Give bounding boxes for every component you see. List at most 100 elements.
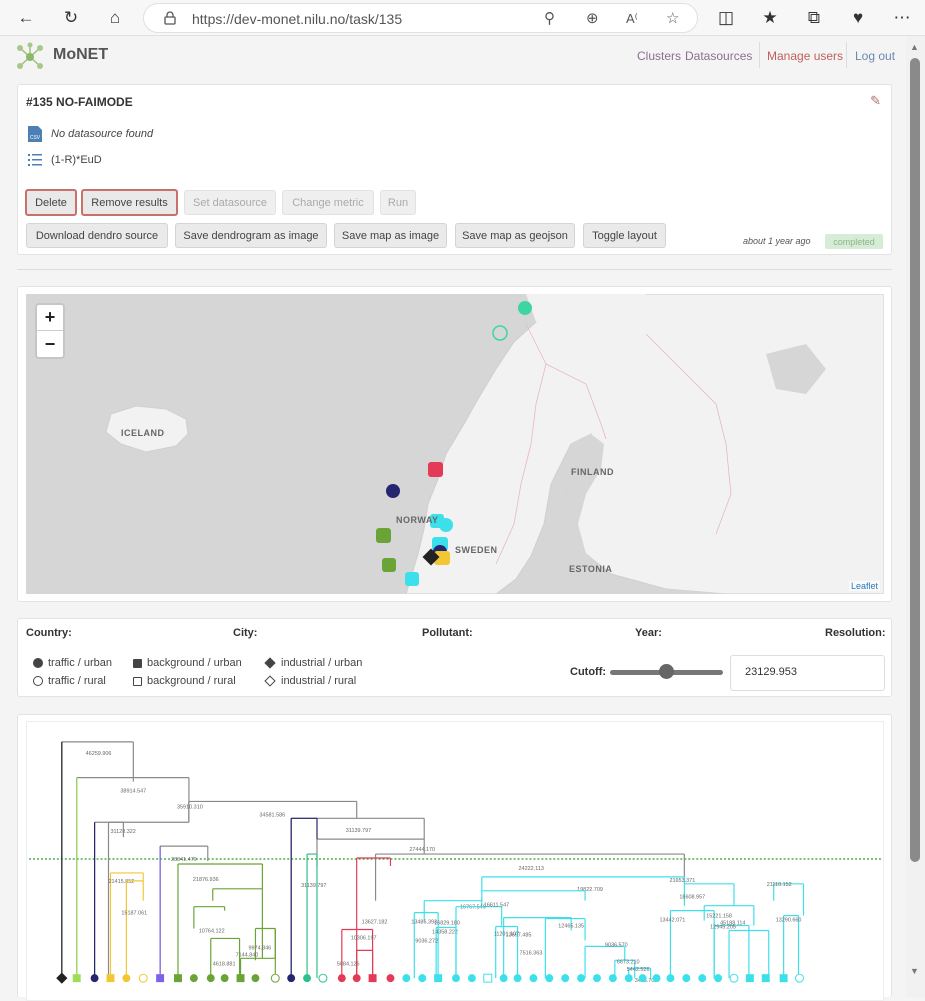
- merge-height-label: 19822.709: [577, 887, 603, 893]
- zoom-in-button[interactable]: +: [37, 305, 63, 331]
- toggle-layout-button[interactable]: Toggle layout: [583, 223, 666, 248]
- dendrogram-leaf-marker[interactable]: [352, 974, 361, 983]
- dendrogram-leaf-marker[interactable]: [434, 974, 443, 983]
- dendrogram-leaf-marker[interactable]: [106, 974, 115, 983]
- save-dendrogram-image-button[interactable]: Save dendrogram as image: [175, 223, 327, 248]
- scroll-up-arrow-icon[interactable]: ▲: [910, 42, 919, 52]
- dendrogram-leaf-marker[interactable]: [593, 974, 601, 983]
- dendrogram-leaf-marker[interactable]: [698, 974, 707, 983]
- dendrogram-leaf-marker[interactable]: [418, 974, 427, 983]
- dendrogram-leaf-marker[interactable]: [402, 974, 411, 983]
- back-icon[interactable]: ←: [13, 5, 39, 31]
- dendrogram-leaf-marker[interactable]: [174, 974, 182, 983]
- dendrogram-leaf-marker[interactable]: [729, 973, 739, 983]
- split-screen-icon[interactable]: ◫: [713, 5, 739, 31]
- dendrogram-leaf-marker[interactable]: [529, 974, 538, 983]
- zoom-icon[interactable]: ⊕: [586, 9, 599, 27]
- map-label-estonia: ESTONIA: [569, 564, 613, 574]
- nav-manage-users[interactable]: Manage users: [767, 49, 843, 63]
- dendrogram-leaf-marker[interactable]: [666, 974, 675, 983]
- scrollbar-thumb[interactable]: [910, 58, 920, 862]
- nav-datasources[interactable]: Datasources: [685, 49, 752, 63]
- legend-traffic-rural: traffic / rural: [33, 675, 106, 687]
- save-map-geojson-button[interactable]: Save map as geojson: [455, 223, 575, 248]
- dendrogram-leaf-marker[interactable]: [270, 973, 280, 983]
- scroll-down-arrow-icon[interactable]: ▼: [910, 966, 919, 976]
- dendrogram-leaf-marker[interactable]: [561, 974, 570, 983]
- nav-logout[interactable]: Log out: [855, 49, 895, 63]
- dendrogram-leaf-marker[interactable]: [220, 974, 229, 983]
- dendrogram-card: 46259.906 38914.547 35910.310 34581.586 3113…: [17, 714, 892, 1001]
- dendrogram-leaf-marker[interactable]: [745, 974, 754, 983]
- set-datasource-button[interactable]: Set datasource: [184, 190, 276, 215]
- dendrogram-leaf-marker[interactable]: [638, 974, 647, 983]
- dendrogram-leaf-marker[interactable]: [577, 974, 586, 983]
- dendrogram-leaf-marker[interactable]: [467, 974, 476, 983]
- home-icon[interactable]: ⌂: [102, 5, 128, 31]
- dendrogram-leaf-marker[interactable]: [206, 974, 215, 983]
- nav-clusters[interactable]: Clusters: [637, 49, 681, 63]
- dendrogram-leaf-marker[interactable]: [138, 973, 148, 983]
- delete-button[interactable]: Delete: [25, 189, 77, 216]
- dendrogram-leaf-marker[interactable]: [682, 974, 691, 983]
- favorite-star-icon[interactable]: ☆: [666, 9, 679, 27]
- merge-height-label: 24222.113: [519, 866, 544, 872]
- merge-height-label: 6673.210: [617, 959, 640, 965]
- dendrogram-leaf-marker[interactable]: [189, 974, 198, 983]
- change-metric-button[interactable]: Change metric: [282, 190, 374, 215]
- dendrogram-leaf-marker[interactable]: [318, 973, 328, 983]
- merge-height-label: 28341.479: [171, 857, 197, 863]
- dendrogram-leaf-marker[interactable]: [545, 974, 554, 983]
- dendrogram-leaf-marker[interactable]: [452, 974, 460, 983]
- dendrogram-leaf-marker[interactable]: [368, 974, 377, 983]
- dendrogram-leaf-marker[interactable]: [156, 974, 165, 983]
- cutoff-input[interactable]: 23129.953: [730, 655, 885, 691]
- zoom-out-button[interactable]: −: [37, 331, 63, 357]
- page-scrollbar[interactable]: ▲ ▼: [906, 36, 925, 997]
- cutoff-slider-handle[interactable]: [659, 664, 674, 679]
- heart-health-icon[interactable]: ♥: [845, 5, 871, 31]
- save-map-image-button[interactable]: Save map as image: [334, 223, 447, 248]
- dendrogram-leaf-marker[interactable]: [386, 974, 395, 983]
- edit-pencil-icon[interactable]: ✎: [870, 93, 881, 109]
- dendrogram-leaf-marker[interactable]: [714, 974, 723, 983]
- leaflet-attribution[interactable]: Leaflet: [848, 581, 880, 591]
- more-icon[interactable]: ⋯: [889, 5, 915, 31]
- timestamp: about 1 year ago: [743, 236, 811, 246]
- download-dendro-source-button[interactable]: Download dendro source: [26, 223, 168, 248]
- dendrogram-leaf-marker[interactable]: [251, 974, 260, 983]
- merge-height-label: 9974.846: [248, 945, 271, 951]
- dendrogram-leaf-marker[interactable]: [236, 974, 245, 983]
- dendrogram-leaf-marker[interactable]: [56, 972, 68, 984]
- key-icon[interactable]: ⚲: [544, 9, 555, 27]
- dendrogram-leaf-marker[interactable]: [90, 974, 99, 983]
- brand-name: MoNET: [53, 46, 109, 63]
- merge-height-label: 35910.310: [177, 804, 203, 810]
- address-bar[interactable]: https://dev-monet.nilu.no/task/135 ⚲ ⊕ A…: [143, 3, 698, 33]
- reload-icon[interactable]: ↻: [58, 5, 84, 31]
- remove-results-button[interactable]: Remove results: [81, 189, 178, 216]
- dendrogram-leaf-marker[interactable]: [795, 973, 804, 983]
- merge-height-label: 45188.114: [720, 921, 745, 927]
- read-aloud-icon[interactable]: A⁽: [626, 11, 638, 27]
- dendrogram-leaf-marker[interactable]: [624, 974, 633, 983]
- dendrogram-leaf-marker[interactable]: [72, 974, 81, 983]
- dendrogram-leaf-marker[interactable]: [122, 974, 131, 983]
- dendrogram-leaf-marker[interactable]: [499, 974, 508, 983]
- dendrogram-leaf-marker[interactable]: [652, 974, 661, 983]
- dendrogram-leaf-marker[interactable]: [303, 974, 312, 983]
- dendrogram-leaf-marker[interactable]: [337, 974, 346, 983]
- dendrogram-leaf-marker[interactable]: [608, 974, 617, 983]
- run-button[interactable]: Run: [380, 190, 416, 215]
- merge-height-label: 13627.182: [362, 920, 388, 926]
- url-text: https://dev-monet.nilu.no/task/135: [192, 11, 403, 27]
- dendrogram-leaf-marker[interactable]: [287, 974, 296, 983]
- dendrogram-leaf-marker[interactable]: [761, 974, 770, 983]
- dendrogram-leaf-marker[interactable]: [483, 973, 493, 983]
- map-view[interactable]: ICELAND FINLAND NORWAY SWEDEN ESTONIA + …: [26, 294, 884, 594]
- collections-icon[interactable]: ⧉: [801, 5, 827, 31]
- favorites-icon[interactable]: ★: [757, 5, 783, 31]
- dendrogram-leaf-marker[interactable]: [779, 974, 788, 983]
- dendrogram-leaf-marker[interactable]: [513, 974, 522, 983]
- merge-height-label: 7144.840: [236, 952, 259, 958]
